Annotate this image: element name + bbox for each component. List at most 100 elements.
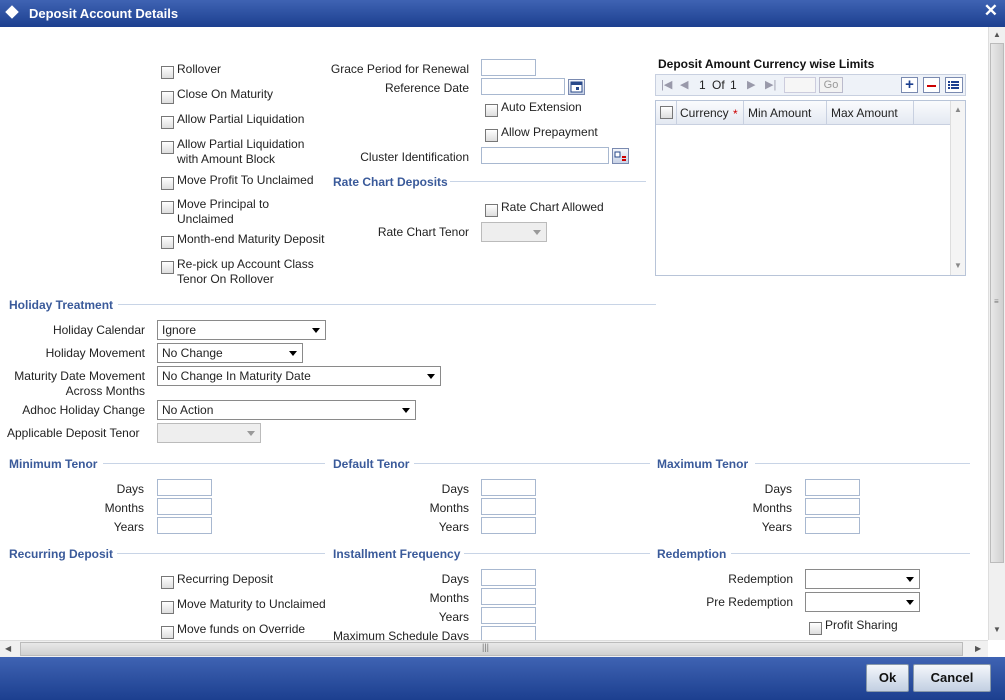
ok-button[interactable]: Ok xyxy=(866,664,909,692)
plus-icon[interactable]: + xyxy=(901,77,918,93)
cluster-identification-label: Cluster Identification xyxy=(360,150,469,164)
go-button[interactable]: Go xyxy=(819,77,843,93)
holiday-section-title: Holiday Treatment xyxy=(9,298,114,312)
max-days-input[interactable] xyxy=(805,479,860,496)
rate-chart-section-title: Rate Chart Deposits xyxy=(333,175,448,189)
redemption-section-title: Redemption xyxy=(657,547,727,561)
default-days-label: Days xyxy=(441,482,469,496)
auto-extension-checkbox[interactable] xyxy=(485,104,498,117)
min-days-input[interactable] xyxy=(157,479,212,496)
move-principal-unclaimed-checkbox[interactable] xyxy=(161,201,174,214)
redemption-select[interactable] xyxy=(805,569,920,589)
redemption-label: Redemption xyxy=(728,572,793,586)
column-header-currency[interactable]: Currency xyxy=(680,106,729,120)
vertical-scroll-grip: ≡ xyxy=(994,297,999,306)
close-on-maturity-label: Close On Maturity xyxy=(177,87,274,101)
close-icon[interactable]: ✕ xyxy=(984,1,998,21)
cancel-button[interactable]: Cancel xyxy=(913,664,991,692)
max-years-input[interactable] xyxy=(805,517,860,534)
limits-table-header: Currency * Min Amount Max Amount xyxy=(656,101,950,125)
pre-redemption-select[interactable] xyxy=(805,592,920,612)
page-of-label: Of xyxy=(712,78,725,92)
minus-icon[interactable] xyxy=(923,77,940,93)
scroll-right-icon[interactable]: ▶ xyxy=(975,644,981,653)
allow-prepayment-checkbox[interactable] xyxy=(485,129,498,142)
close-on-maturity-checkbox[interactable] xyxy=(161,91,174,104)
rate-chart-allowed-checkbox[interactable] xyxy=(485,204,498,217)
profit-sharing-checkbox[interactable] xyxy=(809,622,822,635)
default-months-input[interactable] xyxy=(481,498,536,515)
installment-years-input[interactable] xyxy=(481,607,536,624)
reference-date-input[interactable] xyxy=(481,78,565,95)
move-funds-override-checkbox[interactable] xyxy=(161,626,174,639)
max-months-input[interactable] xyxy=(805,498,860,515)
move-maturity-unclaimed-label: Move Maturity to Unclaimed xyxy=(177,597,326,611)
recurring-deposit-checkbox[interactable] xyxy=(161,576,174,589)
default-years-input[interactable] xyxy=(481,517,536,534)
maturity-date-movement-select[interactable]: No Change In Maturity Date xyxy=(157,366,441,386)
min-years-input[interactable] xyxy=(157,517,212,534)
maturity-date-movement-label-1: Maturity Date Movement xyxy=(14,369,145,383)
vertical-scrollbar[interactable]: ▲ ≡ ▼ xyxy=(988,27,1005,640)
repick-account-class-label-2: Tenor On Rollover xyxy=(177,272,274,286)
max-schedule-days-input[interactable] xyxy=(481,626,536,640)
horizontal-scrollbar[interactable]: ◀ ||| ▶ xyxy=(0,640,988,657)
holiday-calendar-select[interactable]: Ignore xyxy=(157,320,326,340)
scroll-down-icon[interactable]: ▼ xyxy=(954,261,962,270)
profit-sharing-label: Profit Sharing xyxy=(825,618,898,632)
installment-divider xyxy=(464,553,650,554)
column-header-max-amount[interactable]: Max Amount xyxy=(831,106,898,120)
scroll-down-icon[interactable]: ▼ xyxy=(993,625,1001,634)
max-months-label: Months xyxy=(752,501,792,515)
select-all-checkbox[interactable] xyxy=(660,106,673,119)
allow-partial-liquidation-label: Allow Partial Liquidation xyxy=(177,112,305,126)
footer-bar: Ok Cancel xyxy=(0,657,1005,700)
prev-page-icon[interactable]: ◀ xyxy=(680,78,688,91)
cluster-identification-input[interactable] xyxy=(481,147,609,164)
last-page-icon[interactable]: ▶| xyxy=(765,78,776,91)
applicable-deposit-tenor-select[interactable] xyxy=(157,423,261,443)
max-days-label: Days xyxy=(764,482,792,496)
page-total: 1 xyxy=(730,78,737,92)
column-header-min-amount[interactable]: Min Amount xyxy=(748,106,811,120)
maximum-tenor-divider xyxy=(755,463,970,464)
holiday-calendar-value: Ignore xyxy=(162,323,197,337)
rate-chart-tenor-select[interactable] xyxy=(481,222,547,242)
horizontal-scroll-thumb[interactable] xyxy=(20,642,963,656)
limits-table-scrollbar[interactable]: ▲ ▼ xyxy=(950,101,965,275)
move-profit-unclaimed-checkbox[interactable] xyxy=(161,177,174,190)
installment-years-label: Years xyxy=(438,610,469,624)
grace-period-input[interactable] xyxy=(481,59,536,76)
month-end-maturity-checkbox[interactable] xyxy=(161,236,174,249)
recurring-deposit-label: Recurring Deposit xyxy=(177,572,274,586)
min-days-label: Days xyxy=(116,482,144,496)
next-page-icon[interactable]: ▶ xyxy=(747,78,755,91)
window-title: Deposit Account Details xyxy=(29,6,179,21)
min-months-input[interactable] xyxy=(157,498,212,515)
first-page-icon[interactable]: |◀ xyxy=(661,78,672,91)
repick-account-class-label-1: Re-pick up Account Class xyxy=(177,257,314,271)
move-profit-unclaimed-label: Move Profit To Unclaimed xyxy=(177,173,314,187)
list-icon[interactable] xyxy=(945,77,963,93)
adhoc-holiday-change-select[interactable]: No Action xyxy=(157,400,416,420)
installment-days-input[interactable] xyxy=(481,569,536,586)
default-days-input[interactable] xyxy=(481,479,536,496)
min-years-label: Years xyxy=(113,520,144,534)
adhoc-holiday-change-label: Adhoc Holiday Change xyxy=(22,403,145,417)
calendar-icon[interactable] xyxy=(568,79,585,95)
default-years-label: Years xyxy=(438,520,469,534)
scroll-left-icon[interactable]: ◀ xyxy=(5,644,11,653)
installment-months-input[interactable] xyxy=(481,588,536,605)
allow-partial-liquidation-checkbox[interactable] xyxy=(161,116,174,129)
lov-search-icon[interactable] xyxy=(612,148,629,164)
repick-account-class-checkbox[interactable] xyxy=(161,261,174,274)
recurring-divider xyxy=(117,553,325,554)
partial-liq-amount-block-checkbox[interactable] xyxy=(161,141,174,154)
scroll-up-icon[interactable]: ▲ xyxy=(954,105,962,114)
page-number-input[interactable] xyxy=(784,77,816,93)
scroll-up-icon[interactable]: ▲ xyxy=(993,30,1001,39)
rollover-checkbox[interactable] xyxy=(161,66,174,79)
holiday-movement-select[interactable]: No Change xyxy=(157,343,303,363)
chevron-down-icon xyxy=(427,374,435,379)
move-maturity-unclaimed-checkbox[interactable] xyxy=(161,601,174,614)
